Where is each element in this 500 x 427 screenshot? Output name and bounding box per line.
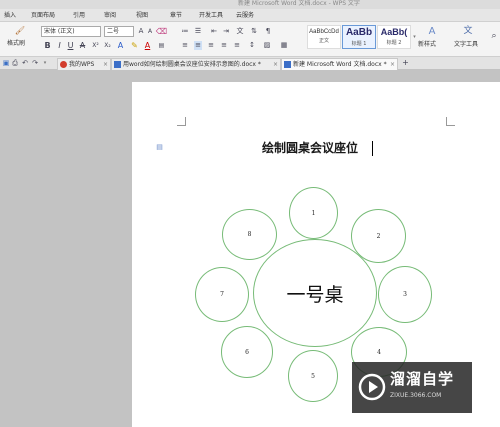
align-center-icon[interactable]: ≡ bbox=[194, 41, 202, 50]
subscript-icon[interactable]: X₂ bbox=[103, 41, 112, 50]
menu-cloud[interactable]: 云服务 bbox=[236, 11, 254, 20]
superscript-icon[interactable]: X² bbox=[91, 41, 100, 50]
char-border-icon[interactable]: ▤ bbox=[157, 41, 166, 50]
seat-3[interactable]: 3 bbox=[378, 266, 432, 323]
play-logo-icon bbox=[358, 373, 386, 401]
style-heading-1[interactable]: AaBb 标题 1 bbox=[342, 25, 376, 49]
wps-logo-icon bbox=[60, 61, 67, 68]
tab-roundtable-doc-label: 用word如何绘制圆桌会议座位安排示意图的.docx * bbox=[123, 61, 261, 68]
shrink-font-icon[interactable]: A bbox=[146, 27, 154, 36]
text-cursor bbox=[372, 141, 373, 156]
shading-icon[interactable]: ▨ bbox=[263, 41, 271, 50]
print-icon[interactable]: ⎙ bbox=[11, 59, 19, 68]
undo-icon[interactable]: ↶ bbox=[21, 59, 29, 68]
doc-file-icon bbox=[114, 61, 121, 68]
seat-2[interactable]: 2 bbox=[351, 209, 406, 263]
quick-access-more-icon[interactable]: ▾ bbox=[42, 59, 48, 68]
new-tab-button[interactable]: + bbox=[401, 58, 410, 68]
redo-icon[interactable]: ↷ bbox=[31, 59, 39, 68]
menu-review[interactable]: 审阅 bbox=[104, 11, 116, 20]
paragraph-layout-icon[interactable]: ▤ bbox=[155, 143, 164, 152]
style-gallery-more-icon[interactable]: ▾ bbox=[412, 28, 417, 46]
italic-icon[interactable]: I bbox=[55, 41, 64, 50]
menu-references[interactable]: 引用 bbox=[73, 11, 85, 20]
menu-page-layout[interactable]: 页面布局 bbox=[31, 11, 55, 20]
menu-developer[interactable]: 开发工具 bbox=[199, 11, 223, 20]
font-size-select[interactable]: 二号 bbox=[104, 26, 134, 37]
tab-new-doc-label: 新建 Microsoft Word 文档.docx * bbox=[293, 61, 387, 68]
save-icon[interactable]: ▣ bbox=[2, 59, 10, 68]
sort-icon[interactable]: ⇅ bbox=[250, 27, 258, 36]
font-color-icon[interactable]: A bbox=[143, 41, 152, 50]
style-heading-2[interactable]: AaBb( 标题 2 bbox=[377, 25, 411, 49]
seat-5[interactable]: 5 bbox=[288, 350, 338, 402]
style-heading-2-preview: AaBb( bbox=[380, 27, 408, 37]
tab-my-wps[interactable]: 我的WPS × bbox=[57, 58, 111, 70]
highlight-icon[interactable]: ✎ bbox=[130, 41, 139, 50]
menu-view[interactable]: 视图 bbox=[136, 11, 148, 20]
style-heading-1-preview: AaBb bbox=[345, 27, 373, 38]
text-effect-icon[interactable]: A bbox=[116, 41, 125, 50]
distribute-icon[interactable]: ≡ bbox=[233, 41, 241, 50]
decrease-indent-icon[interactable]: ⇤ bbox=[210, 27, 218, 36]
clear-format-icon[interactable]: ⌫ bbox=[156, 27, 167, 36]
document-tab-bar: ▣ ⎙ ↶ ↷ ▾ 我的WPS × 用word如何绘制圆桌会议座位安排示意图的.… bbox=[0, 57, 500, 70]
crop-mark-top-left bbox=[177, 117, 186, 126]
style-heading-2-caption: 标题 2 bbox=[386, 40, 402, 46]
ribbon-toolbar: 🖌 格式刷 宋体 (正文) 二号 A A ⌫ B I U A X² X₂ A ✎… bbox=[0, 22, 500, 57]
format-painter-icon[interactable]: 🖌 bbox=[13, 25, 27, 37]
menu-bar: 插入 页面布局 引用 审阅 视图 章节 开发工具 云服务 bbox=[0, 9, 500, 22]
tab-my-wps-label: 我的WPS bbox=[69, 61, 95, 68]
underline-icon[interactable]: U bbox=[66, 41, 75, 50]
tab-close-icon[interactable]: × bbox=[273, 59, 278, 70]
style-normal[interactable]: AaBbCcDd 正文 bbox=[307, 25, 341, 49]
tab-close-icon[interactable]: × bbox=[103, 59, 108, 70]
crop-mark-top-right bbox=[446, 117, 455, 126]
align-right-icon[interactable]: ≡ bbox=[207, 41, 215, 50]
font-name-select[interactable]: 宋体 (正文) bbox=[41, 26, 101, 37]
tab-roundtable-doc[interactable]: 用word如何绘制圆桌会议座位安排示意图的.docx * × bbox=[111, 58, 281, 70]
increase-indent-icon[interactable]: ⇥ bbox=[222, 27, 230, 36]
find-replace-icon[interactable]: ⌕ bbox=[489, 25, 499, 47]
format-painter-label[interactable]: 格式刷 bbox=[7, 40, 25, 48]
show-marks-icon[interactable]: ¶ bbox=[264, 27, 272, 36]
bullets-icon[interactable]: ≔ bbox=[181, 27, 189, 36]
style-heading-1-caption: 标题 1 bbox=[351, 41, 367, 47]
text-tools-label[interactable]: 文字工具 bbox=[454, 41, 478, 49]
watermark: 溜溜自学 ZIXUE.3066.COM bbox=[352, 362, 472, 413]
new-style-label[interactable]: 新样式 bbox=[418, 41, 436, 49]
menu-insert[interactable]: 插入 bbox=[4, 11, 16, 20]
numbering-icon[interactable]: ☰ bbox=[194, 27, 202, 36]
watermark-brand: 溜溜自学 bbox=[390, 370, 455, 388]
tab-new-doc[interactable]: 新建 Microsoft Word 文档.docx * × bbox=[281, 58, 398, 70]
line-spacing-icon[interactable]: ↕ bbox=[248, 41, 256, 50]
window-title: 新建 Microsoft Word 文档.docx - WPS 文字 bbox=[238, 0, 360, 7]
doc-file-icon bbox=[284, 61, 291, 68]
style-normal-caption: 正文 bbox=[318, 38, 329, 44]
grow-font-icon[interactable]: A bbox=[137, 27, 145, 36]
watermark-url: ZIXUE.3066.COM bbox=[390, 392, 442, 399]
title-bar: 新建 Microsoft Word 文档.docx - WPS 文字 bbox=[0, 0, 500, 9]
tab-close-icon[interactable]: × bbox=[390, 59, 395, 70]
style-normal-preview: AaBbCcDd bbox=[309, 29, 339, 35]
seat-8[interactable]: 8 bbox=[222, 209, 277, 260]
seat-6[interactable]: 6 bbox=[221, 326, 273, 378]
seat-7[interactable]: 7 bbox=[195, 267, 249, 322]
strikethrough-icon[interactable]: A bbox=[78, 41, 87, 50]
text-tools-icon[interactable]: 文 bbox=[461, 25, 475, 38]
new-style-icon[interactable]: A bbox=[425, 25, 439, 38]
align-left-icon[interactable]: ≡ bbox=[181, 41, 189, 50]
bold-icon[interactable]: B bbox=[43, 41, 52, 50]
menu-section[interactable]: 章节 bbox=[170, 11, 182, 20]
seat-1[interactable]: 1 bbox=[289, 187, 338, 239]
chinese-layout-icon[interactable]: 文 bbox=[236, 27, 244, 36]
borders-icon[interactable]: ▦ bbox=[280, 41, 288, 50]
justify-icon[interactable]: ≡ bbox=[220, 41, 228, 50]
document-title: 绘制圆桌会议座位 bbox=[262, 141, 359, 155]
